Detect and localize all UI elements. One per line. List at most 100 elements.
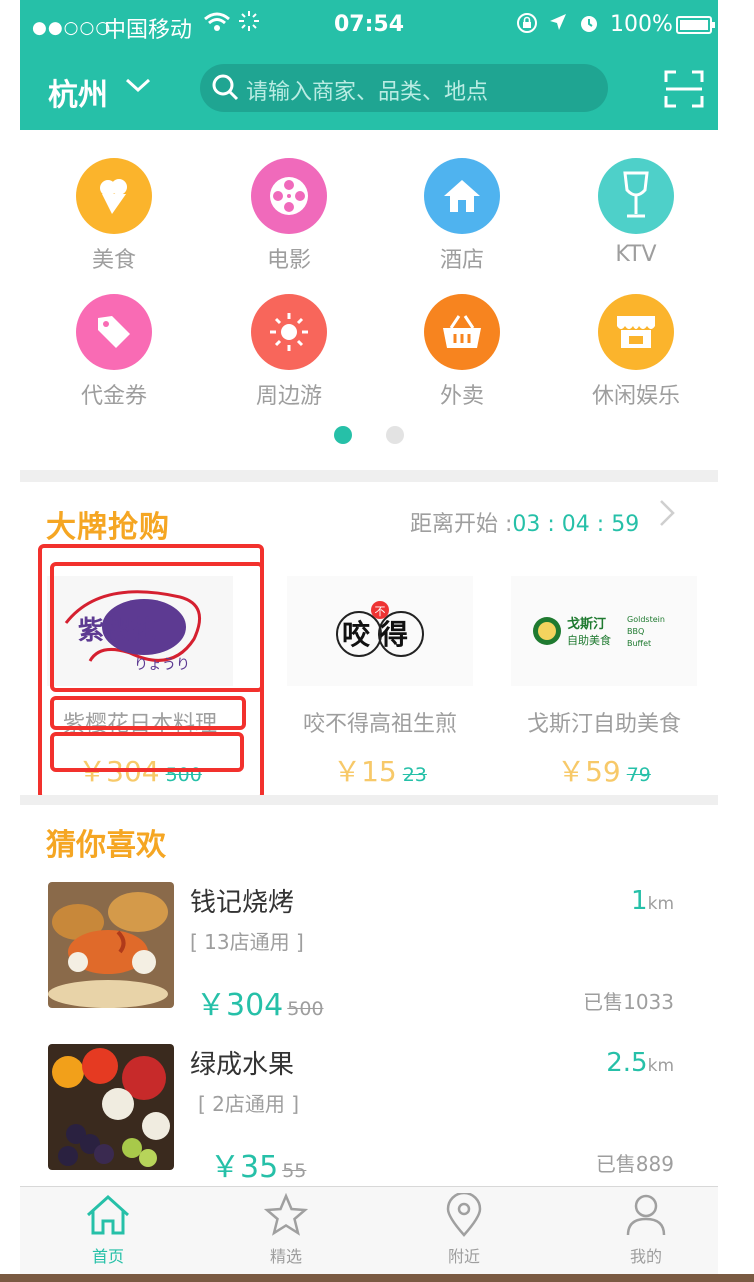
page-frame-left	[0, 0, 20, 1282]
chevron-right-icon[interactable]	[658, 498, 676, 535]
page-frame-bottom	[0, 1274, 754, 1282]
item-price: ￥35 55	[210, 1142, 306, 1186]
category-label: 美食	[91, 248, 136, 273]
item-stores: [ 13店通用 ]	[190, 930, 304, 954]
price-now: ￥59	[557, 755, 621, 788]
svg-text:不: 不	[375, 605, 386, 618]
rotation-lock-icon	[516, 12, 538, 39]
section-divider	[20, 795, 718, 805]
city-selector[interactable]: 杭州	[48, 70, 108, 114]
countdown-label: 距离开始 :	[410, 512, 513, 537]
category-grid: 美食 电影 酒店 KTV 代金券 周边游 外卖 休闲娱乐	[20, 130, 718, 470]
category-label: 代金券	[80, 384, 147, 409]
item-name: 绿成水果	[190, 1050, 295, 1080]
item-distance: 2.5km	[606, 1048, 674, 1078]
wine-glass-icon	[598, 158, 674, 234]
battery-icon	[676, 16, 715, 34]
category-leisure[interactable]: 休闲娱乐	[566, 294, 706, 410]
search-input[interactable]: 请输入商家、品类、地点	[200, 64, 608, 112]
distance-unit: km	[647, 894, 674, 914]
tab-label: 附近	[447, 1247, 480, 1266]
item-distance: 1km	[631, 886, 674, 916]
tab-home[interactable]: 首页	[48, 1193, 168, 1267]
distance-unit: km	[647, 1056, 674, 1076]
brand-name: 戈斯汀自助美食	[526, 712, 681, 737]
category-movie[interactable]: 电影	[219, 158, 359, 274]
category-meishi[interactable]: 美食	[44, 158, 184, 274]
price-old: 55	[282, 1160, 307, 1182]
price-old: 500	[287, 998, 324, 1020]
item-sold: 已售889	[595, 1152, 674, 1176]
page-indicator[interactable]	[20, 426, 718, 448]
house-icon	[424, 158, 500, 234]
tab-nearby[interactable]: 附近	[404, 1191, 524, 1267]
svg-text:戈斯汀: 戈斯汀	[567, 616, 606, 632]
distance-value: 1	[631, 886, 648, 916]
tab-label: 我的	[629, 1247, 662, 1266]
category-label: 周边游	[255, 384, 322, 409]
tab-mine[interactable]: 我的	[586, 1193, 706, 1267]
battery-percent: 100%	[610, 12, 673, 37]
highlight-box-name	[50, 696, 246, 730]
page-frame-right	[718, 0, 754, 1282]
countdown-time: 03 : 04 : 59	[512, 512, 640, 537]
star-icon	[263, 1192, 309, 1236]
app-screen: ●●○○○ 中国移动 07:54 100% 杭州 请输入商家、品类、地点 美食 …	[20, 0, 718, 1274]
svg-text:Goldstein: Goldstein	[627, 615, 665, 624]
category-takeout[interactable]: 外卖	[392, 294, 532, 410]
bbq-food-image	[48, 882, 174, 1008]
sun-icon	[251, 294, 327, 370]
shop-icon	[598, 294, 674, 370]
tag-icon	[76, 294, 152, 370]
distance-value: 2.5	[606, 1048, 648, 1078]
guess-title: 猜你喜欢	[46, 828, 166, 863]
brand-name: 咬不得高祖生煎	[302, 712, 457, 737]
location-arrow-icon	[548, 12, 568, 37]
alarm-icon	[578, 12, 600, 39]
search-placeholder: 请输入商家、品类、地点	[246, 80, 489, 105]
tab-label: 首页	[91, 1247, 124, 1266]
countdown: 距离开始 :03 : 04 : 59	[410, 506, 639, 538]
brand-logo: 不 咬得	[287, 576, 473, 686]
item-sold: 已售1033	[583, 990, 674, 1014]
yaobude-logo-icon: 不 咬得	[336, 601, 424, 657]
list-item[interactable]: 钱记烧烤 [ 13店通用 ] ￥304 500 1km 已售1033	[20, 882, 718, 1023]
category-label: KTV	[615, 242, 657, 267]
brand-price: ￥15 23	[270, 750, 490, 790]
price-old: 79	[626, 764, 651, 786]
tab-featured[interactable]: 精选	[226, 1192, 346, 1267]
category-label: 休闲娱乐	[591, 384, 680, 409]
tab-label: 精选	[269, 1247, 302, 1266]
brand-logo: 戈斯汀 自助美食 Goldstein BBQ Buffet	[511, 576, 697, 686]
ice-cream-icon	[76, 158, 152, 234]
category-nearby-trip[interactable]: 周边游	[219, 294, 359, 410]
page-dot[interactable]	[385, 426, 404, 444]
category-voucher[interactable]: 代金券	[44, 294, 184, 410]
brand-card[interactable]: 不 咬得 咬不得高祖生煎 ￥15 23	[270, 576, 490, 790]
section-divider	[20, 470, 718, 482]
brand-card[interactable]: 戈斯汀 自助美食 Goldstein BBQ Buffet 戈斯汀自助美食 ￥5…	[494, 576, 714, 790]
chevron-down-icon[interactable]	[124, 72, 152, 102]
price-old: 23	[402, 764, 427, 786]
brand-price: ￥59 79	[494, 750, 714, 790]
brand-sale-title: 大牌抢购	[46, 510, 170, 545]
list-item[interactable]: 绿成水果 [ 2店通用 ] ￥35 55 2.5km 已售889	[20, 1044, 718, 1186]
price-now: ￥35	[210, 1150, 279, 1185]
category-ktv[interactable]: KTV	[566, 158, 706, 267]
price-now: ￥304	[196, 988, 284, 1023]
top-bar: ●●○○○ 中国移动 07:54 100% 杭州 请输入商家、品类、地点	[20, 0, 718, 130]
fruit-image	[48, 1044, 174, 1170]
price-now: ￥15	[333, 755, 397, 788]
category-label: 电影	[266, 248, 311, 273]
basket-icon	[424, 294, 500, 370]
search-icon	[208, 70, 242, 108]
svg-text:BBQ: BBQ	[627, 627, 644, 636]
svg-text:Buffet: Buffet	[627, 639, 651, 648]
page-dot-active[interactable]	[334, 426, 353, 444]
home-icon	[86, 1194, 130, 1235]
category-hotel[interactable]: 酒店	[392, 158, 532, 274]
location-pin-icon	[446, 1191, 482, 1237]
category-label: 酒店	[439, 248, 484, 273]
goldstein-logo-icon: 戈斯汀 自助美食 Goldstein BBQ Buffet	[533, 615, 665, 648]
scan-icon[interactable]	[664, 70, 704, 112]
